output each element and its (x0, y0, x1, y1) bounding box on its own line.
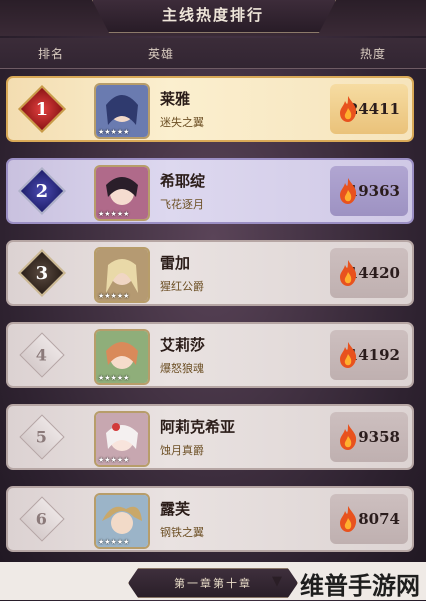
ranking-row-3[interactable]: 3 ★★★★★ 雷加 猩红公爵 14420 (6, 240, 414, 306)
hero-name: 雷加 (160, 254, 191, 272)
rank-badge-icon: 4 (19, 332, 65, 378)
hero-name: 露芙 (160, 500, 191, 518)
star-rating: ★★★★★ (98, 538, 130, 546)
column-header-hero: 英雄 (148, 47, 175, 61)
heat-panel: 14192 (330, 330, 408, 380)
rank-number: 3 (35, 262, 49, 284)
hero-portrait[interactable]: ★★★★★ (94, 493, 150, 549)
ranking-row-6[interactable]: 6 ★★★★★ 露芙 钢铁之翼 8074 (6, 486, 414, 552)
flame-icon (340, 506, 357, 532)
rank-number: 5 (36, 427, 48, 447)
rank-badge-icon: 3 (17, 248, 67, 298)
ranking-row-5[interactable]: 5 ★★★★★ 阿莉克希亚 蚀月真爵 9358 (6, 404, 414, 470)
heat-value: 9358 (358, 428, 400, 446)
hero-name: 艾莉莎 (160, 336, 206, 354)
rank-badge-icon: 6 (19, 496, 65, 542)
hero-title: 钢铁之翼 (160, 526, 204, 539)
hero-name: 莱雅 (160, 90, 191, 108)
hero-portrait[interactable]: ★★★★★ (94, 165, 150, 221)
hero-name: 阿莉克希亚 (160, 418, 236, 436)
ranking-row-1[interactable]: 1 ★★★★★ 莱雅 迷失之翼 24411 (6, 76, 414, 142)
flame-icon (340, 424, 357, 450)
chevron-down-icon[interactable]: ▼ (272, 574, 282, 589)
ranking-row-2[interactable]: 2 ★★★★★ 希耶绽 飞花逐月 19363 (6, 158, 414, 224)
rank-badge-icon: 2 (17, 166, 67, 216)
hero-portrait[interactable]: ★★★★★ (94, 411, 150, 467)
hero-portrait[interactable]: ★★★★★ (94, 247, 150, 303)
rank-badge-icon: 1 (17, 84, 67, 134)
hero-portrait[interactable]: ★★★★★ (94, 329, 150, 385)
column-header-heat: 热度 (360, 47, 387, 61)
heat-panel: 9358 (330, 412, 408, 462)
star-rating: ★★★★★ (98, 210, 130, 218)
hero-name: 希耶绽 (160, 172, 206, 190)
column-header-rank: 排名 (38, 47, 65, 61)
heat-value: 8074 (358, 510, 400, 528)
flame-icon (340, 178, 357, 204)
hero-title: 爆怒狼魂 (160, 362, 204, 375)
heat-panel: 24411 (330, 84, 408, 134)
flame-icon (340, 260, 357, 286)
flame-icon (340, 342, 357, 368)
hero-portrait[interactable]: ★★★★★ (94, 83, 150, 139)
star-rating: ★★★★★ (98, 374, 130, 382)
heat-panel: 8074 (330, 494, 408, 544)
star-rating: ★★★★★ (98, 128, 130, 136)
heat-panel: 19363 (330, 166, 408, 216)
rank-number: 4 (36, 345, 48, 365)
hero-title: 猩红公爵 (160, 280, 204, 293)
hero-title: 迷失之翼 (160, 116, 204, 129)
rank-number: 1 (35, 98, 49, 120)
star-rating: ★★★★★ (98, 456, 130, 464)
page-title: 主线热度排行 (161, 6, 264, 24)
ranking-row-4[interactable]: 4 ★★★★★ 艾莉莎 爆怒狼魂 14192 (6, 322, 414, 388)
rank-number: 6 (36, 509, 48, 529)
column-headers: 排名 英雄 热度 (0, 38, 426, 69)
rank-badge-icon: 5 (19, 414, 65, 460)
heat-panel: 14420 (330, 248, 408, 298)
star-rating: ★★★★★ (98, 292, 130, 300)
watermark: 维普手游网 (300, 572, 420, 600)
hero-title: 飞花逐月 (160, 198, 204, 211)
rank-number: 2 (35, 180, 49, 202)
hero-title: 蚀月真爵 (160, 444, 204, 457)
flame-icon (340, 96, 357, 122)
